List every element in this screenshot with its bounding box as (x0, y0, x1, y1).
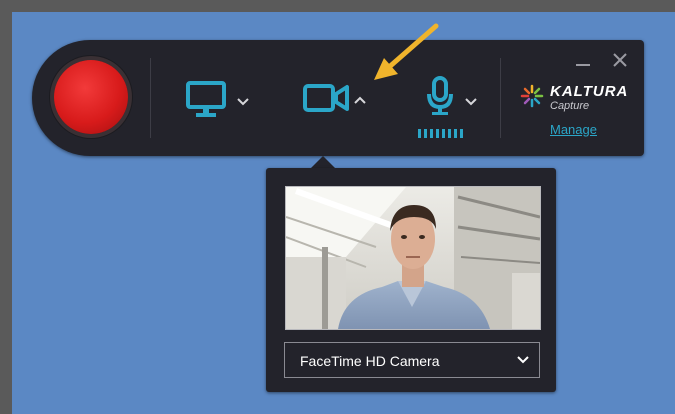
manage-link[interactable]: Manage (550, 122, 597, 137)
chevron-up-icon (354, 96, 366, 104)
camera-device-label: FaceTime HD Camera (300, 353, 440, 369)
audio-level-bar (454, 129, 457, 138)
toolbar-divider (500, 58, 501, 138)
audio-level-bar (442, 129, 445, 138)
audio-level-bar (430, 129, 433, 138)
audio-level-bar (424, 129, 427, 138)
screen-options-dropdown[interactable] (237, 93, 249, 111)
kaltura-star-icon (520, 84, 544, 108)
kaltura-logo (520, 84, 544, 113)
audio-level-meter (416, 126, 466, 144)
annotation-arrow-icon (374, 23, 439, 80)
minimize-icon (576, 64, 590, 66)
monitor-icon (186, 81, 226, 117)
chevron-down-icon (465, 98, 477, 106)
camera-panel: FaceTime HD Camera (266, 168, 556, 392)
audio-level-bar (460, 129, 463, 138)
chevron-down-icon (237, 98, 249, 106)
brand-name: KALTURA (550, 83, 629, 100)
camera-button[interactable] (303, 83, 349, 113)
toolbar-divider (150, 58, 151, 138)
close-icon (613, 53, 627, 67)
webcam-image (286, 187, 540, 329)
brand-subtitle: Capture (550, 100, 590, 112)
record-button[interactable] (54, 60, 128, 134)
screen-share-button[interactable] (185, 80, 227, 120)
chevron-down-icon (517, 356, 529, 364)
panel-pointer (311, 156, 335, 168)
minimize-button[interactable] (575, 56, 591, 74)
close-button[interactable] (612, 52, 628, 73)
video-camera-icon (303, 84, 349, 112)
audio-level-bar (418, 129, 421, 138)
audio-level-bar (436, 129, 439, 138)
audio-level-bar (448, 129, 451, 138)
capture-toolbar: KALTURA Capture Manage (32, 40, 644, 156)
webcam-preview (285, 186, 541, 330)
camera-device-select[interactable]: FaceTime HD Camera (284, 342, 540, 378)
microphone-options-dropdown[interactable] (465, 93, 477, 111)
camera-options-dropdown[interactable] (354, 92, 366, 110)
